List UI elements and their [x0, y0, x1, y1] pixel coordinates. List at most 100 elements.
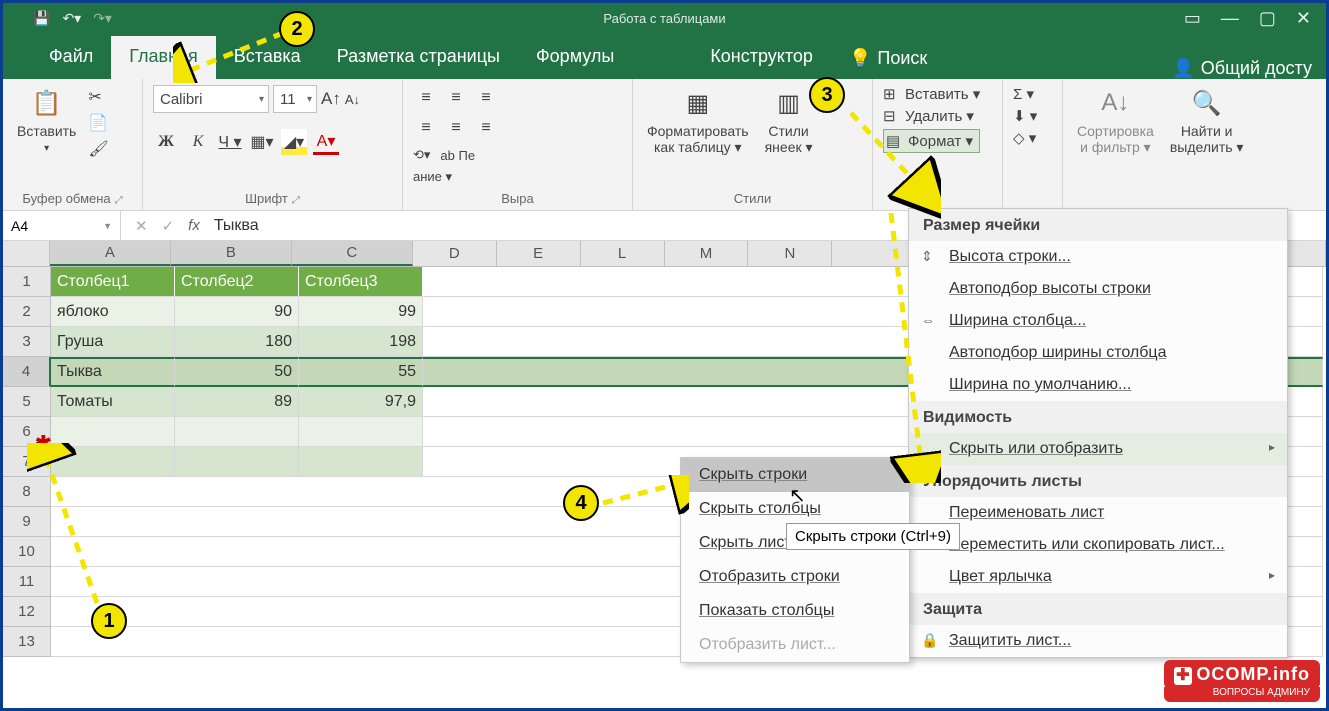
cell[interactable]: Груша: [51, 327, 175, 357]
delete-cells-button[interactable]: ⊟Удалить ▾: [883, 107, 980, 125]
submenu-show-rows[interactable]: Отобразить строки: [681, 560, 909, 594]
cell[interactable]: 180: [175, 327, 299, 357]
menu-row-height[interactable]: ⇕Высота строки...: [909, 241, 1287, 273]
cell[interactable]: Тыква: [51, 357, 175, 387]
format-as-table-button[interactable]: ▦ Форматировать как таблицу ▾: [643, 85, 753, 158]
col-header-m[interactable]: M: [665, 241, 749, 266]
sort-filter-button[interactable]: A↓ Сортировка и фильтр ▾: [1073, 85, 1158, 158]
font-color-button[interactable]: А▾: [313, 129, 339, 155]
align-right-icon[interactable]: ≡: [473, 115, 499, 141]
insert-icon: ⊞: [883, 85, 901, 103]
paste-button[interactable]: 📋 Вставить ▾: [13, 85, 80, 156]
cell[interactable]: 97,9: [299, 387, 423, 417]
menu-autofit-row[interactable]: Автоподбор высоты строки: [909, 273, 1287, 305]
orientation-icon[interactable]: ⟲▾: [413, 147, 430, 163]
fill-color-button[interactable]: ◢▾: [281, 129, 307, 155]
find-select-button[interactable]: 🔍 Найти и выделить ▾: [1166, 85, 1248, 158]
maximize-icon[interactable]: ▢: [1259, 8, 1276, 29]
autosum-icon[interactable]: Σ ▾: [1013, 85, 1037, 103]
menu-tab-color[interactable]: Цвет ярлычка▸: [909, 561, 1287, 593]
cell[interactable]: яблоко: [51, 297, 175, 327]
cell[interactable]: 50: [175, 357, 299, 387]
menu-hide-unhide[interactable]: Скрыть или отобразить▸: [909, 433, 1287, 465]
name-box[interactable]: A4▼: [3, 211, 121, 240]
row-header-8[interactable]: 8: [3, 477, 51, 507]
row-header-10[interactable]: 10: [3, 537, 51, 567]
underline-button[interactable]: Ч ▾: [217, 129, 243, 155]
col-header-c[interactable]: C: [292, 241, 413, 266]
align-bottom-icon[interactable]: ≡: [473, 85, 499, 111]
wrap-text-button[interactable]: ab Пе: [440, 148, 475, 163]
submenu-show-cols[interactable]: Показать столбцы: [681, 594, 909, 628]
menu-autofit-col[interactable]: Автоподбор ширины столбца: [909, 337, 1287, 369]
row-header-13[interactable]: 13: [3, 627, 51, 657]
cell[interactable]: 55: [299, 357, 423, 387]
clear-icon[interactable]: ◇ ▾: [1013, 129, 1037, 147]
align-middle-icon[interactable]: ≡: [443, 85, 469, 111]
tell-me-search[interactable]: 💡Поиск: [831, 38, 945, 79]
font-name-select[interactable]: Calibri: [153, 85, 269, 113]
copy-icon[interactable]: 📄: [88, 113, 108, 133]
delete-icon: ⊟: [883, 107, 901, 125]
cut-icon[interactable]: ✂: [88, 87, 108, 107]
cell[interactable]: 198: [299, 327, 423, 357]
cell[interactable]: Столбец2: [175, 267, 299, 297]
cell[interactable]: 90: [175, 297, 299, 327]
cell[interactable]: Томаты: [51, 387, 175, 417]
cell[interactable]: Столбец1: [51, 267, 175, 297]
tab-layout[interactable]: Разметка страницы: [319, 36, 518, 79]
increase-font-icon[interactable]: A↑: [321, 89, 341, 109]
fill-icon[interactable]: ⬇ ▾: [1013, 107, 1037, 125]
cell[interactable]: 99: [299, 297, 423, 327]
insert-cells-button[interactable]: ⊞Вставить ▾: [883, 85, 980, 103]
format-cells-button[interactable]: ▤Формат ▾: [883, 129, 980, 153]
font-size-select[interactable]: 11: [273, 85, 317, 113]
minimize-icon[interactable]: —: [1221, 8, 1239, 29]
tab-designer[interactable]: Конструктор: [692, 36, 831, 79]
save-icon[interactable]: 💾: [33, 10, 50, 27]
merge-button[interactable]: ание ▾: [413, 169, 452, 184]
row-header-1[interactable]: 1: [3, 267, 51, 297]
menu-move-copy[interactable]: Переместить или скопировать лист...: [909, 529, 1287, 561]
menu-default-width[interactable]: Ширина по умолчанию...: [909, 369, 1287, 401]
bold-button[interactable]: Ж: [153, 129, 179, 155]
formula-value[interactable]: Тыква: [214, 217, 259, 235]
cell[interactable]: Столбец3: [299, 267, 423, 297]
format-painter-icon[interactable]: 🖌: [88, 139, 108, 159]
row-header-4[interactable]: 4: [3, 357, 51, 387]
align-left-icon[interactable]: ≡: [413, 115, 439, 141]
decrease-font-icon[interactable]: A↓: [345, 92, 360, 107]
col-header-l[interactable]: L: [581, 241, 665, 266]
cell[interactable]: 89: [175, 387, 299, 417]
close-icon[interactable]: ✕: [1296, 8, 1311, 29]
col-header-e[interactable]: E: [497, 241, 581, 266]
border-button[interactable]: ▦▾: [249, 129, 275, 155]
row-header-9[interactable]: 9: [3, 507, 51, 537]
row-header-3[interactable]: 3: [3, 327, 51, 357]
redo-icon[interactable]: ↷▾: [93, 10, 112, 27]
ribbon-options-icon[interactable]: ▭: [1184, 8, 1201, 29]
undo-icon[interactable]: ↶▾: [62, 10, 81, 27]
align-top-icon[interactable]: ≡: [413, 85, 439, 111]
tab-file[interactable]: Файл: [31, 36, 111, 79]
cancel-icon[interactable]: ✕: [135, 217, 148, 235]
row-header-2[interactable]: 2: [3, 297, 51, 327]
menu-rename-sheet[interactable]: Переименовать лист: [909, 497, 1287, 529]
col-header-d[interactable]: D: [413, 241, 497, 266]
row-header-12[interactable]: 12: [3, 597, 51, 627]
italic-button[interactable]: К: [185, 129, 211, 155]
tab-home[interactable]: Главная: [111, 36, 216, 79]
col-header-a[interactable]: A: [50, 241, 171, 266]
select-all-corner[interactable]: [3, 241, 50, 266]
menu-protect-sheet[interactable]: 🔒Защитить лист...: [909, 625, 1287, 657]
menu-col-width[interactable]: ⇔Ширина столбца...: [909, 305, 1287, 337]
tab-formulas[interactable]: Формулы: [518, 36, 632, 79]
col-header-b[interactable]: B: [171, 241, 292, 266]
row-header-11[interactable]: 11: [3, 567, 51, 597]
enter-icon[interactable]: ✓: [162, 217, 175, 235]
align-center-icon[interactable]: ≡: [443, 115, 469, 141]
row-header-5[interactable]: 5: [3, 387, 51, 417]
share-button[interactable]: 👤Общий досту: [1172, 58, 1326, 79]
col-header-n[interactable]: N: [748, 241, 832, 266]
fx-icon[interactable]: fx: [188, 217, 200, 234]
